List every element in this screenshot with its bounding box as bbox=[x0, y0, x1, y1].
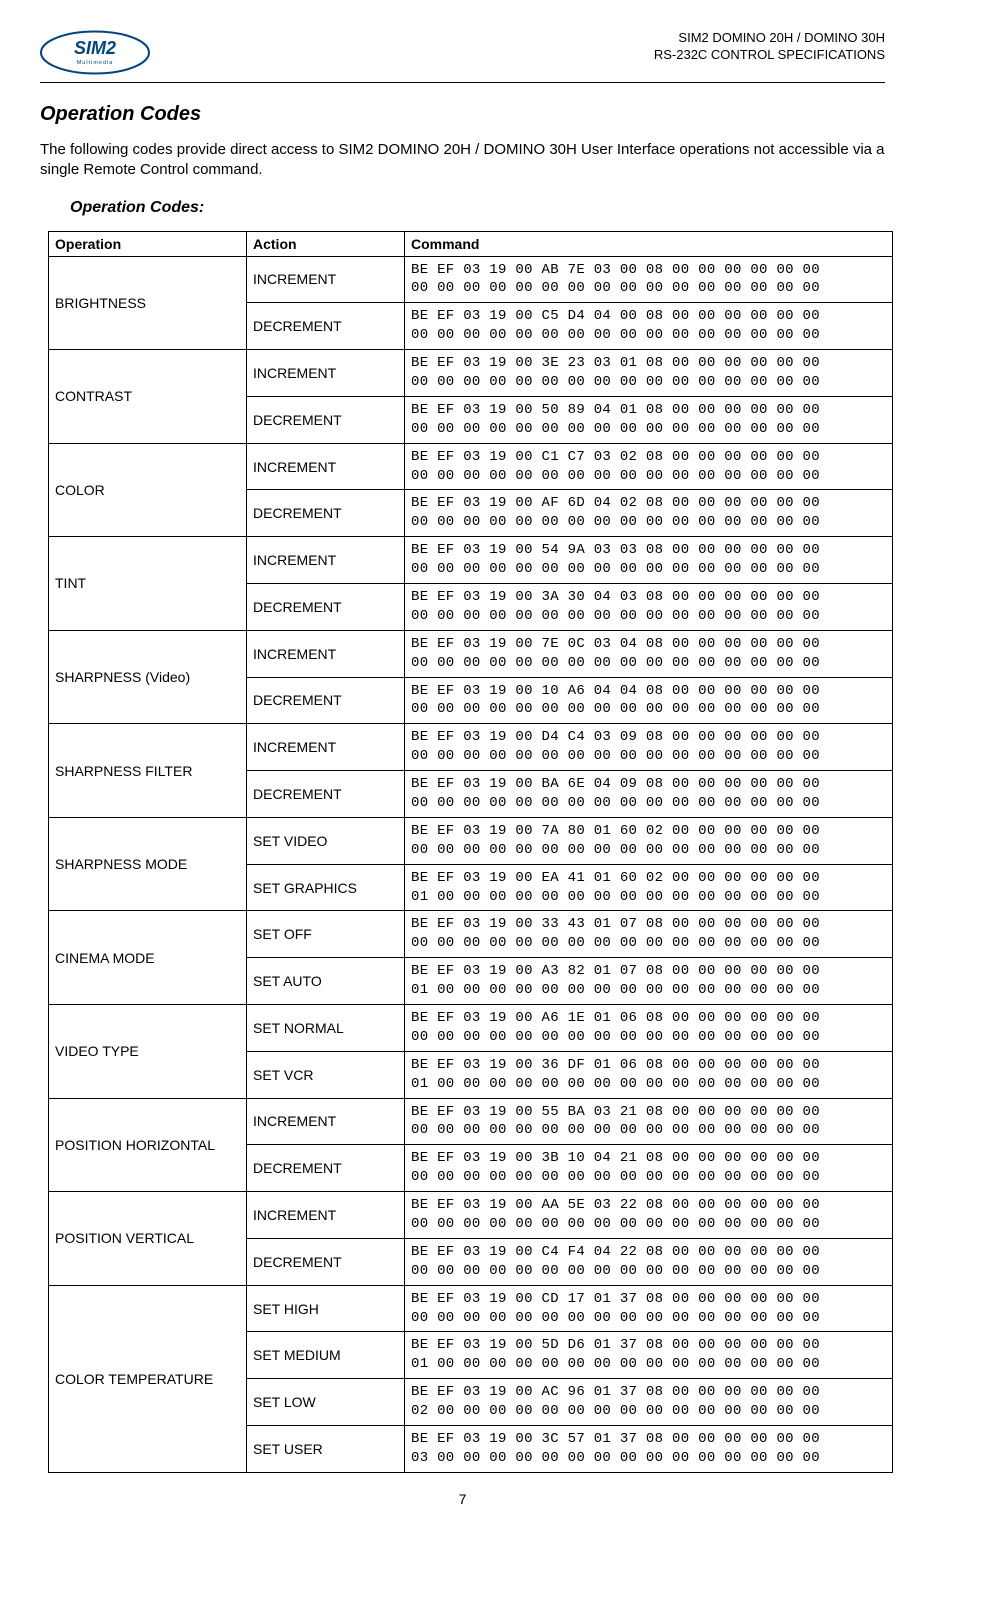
page-header: SIM2 Multimedia SIM2 DOMINO 20H / DOMINO… bbox=[40, 30, 885, 83]
action-cell: DECREMENT bbox=[247, 396, 405, 443]
action-cell: DECREMENT bbox=[247, 771, 405, 818]
command-cell: BE EF 03 19 00 EA 41 01 60 02 00 00 00 0… bbox=[405, 864, 893, 911]
command-cell: BE EF 03 19 00 54 9A 03 03 08 00 00 00 0… bbox=[405, 537, 893, 584]
command-cell: BE EF 03 19 00 A6 1E 01 06 08 00 00 00 0… bbox=[405, 1005, 893, 1052]
action-cell: SET MEDIUM bbox=[247, 1332, 405, 1379]
action-cell: INCREMENT bbox=[247, 1192, 405, 1239]
section-title: Operation Codes bbox=[40, 103, 885, 126]
command-cell: BE EF 03 19 00 AA 5E 03 22 08 00 00 00 0… bbox=[405, 1192, 893, 1239]
table-row: VIDEO TYPESET NORMALBE EF 03 19 00 A6 1E… bbox=[49, 1005, 893, 1052]
action-cell: SET OFF bbox=[247, 911, 405, 958]
header-line-2: RS-232C CONTROL SPECIFICATIONS bbox=[654, 47, 885, 64]
command-cell: BE EF 03 19 00 AB 7E 03 00 08 00 00 00 0… bbox=[405, 256, 893, 303]
command-cell: BE EF 03 19 00 3A 30 04 03 08 00 00 00 0… bbox=[405, 583, 893, 630]
action-cell: SET USER bbox=[247, 1426, 405, 1473]
table-row: POSITION HORIZONTALINCREMENTBE EF 03 19 … bbox=[49, 1098, 893, 1145]
command-cell: BE EF 03 19 00 CD 17 01 37 08 00 00 00 0… bbox=[405, 1285, 893, 1332]
operation-codes-table: Operation Action Command BRIGHTNESSINCRE… bbox=[48, 231, 893, 1473]
operation-cell: CONTRAST bbox=[49, 350, 247, 444]
table-row: SHARPNESS (Video)INCREMENTBE EF 03 19 00… bbox=[49, 630, 893, 677]
command-cell: BE EF 03 19 00 A3 82 01 07 08 00 00 00 0… bbox=[405, 958, 893, 1005]
subheading: Operation Codes: bbox=[70, 199, 885, 217]
command-cell: BE EF 03 19 00 BA 6E 04 09 08 00 00 00 0… bbox=[405, 771, 893, 818]
command-cell: BE EF 03 19 00 3B 10 04 21 08 00 00 00 0… bbox=[405, 1145, 893, 1192]
action-cell: INCREMENT bbox=[247, 1098, 405, 1145]
action-cell: DECREMENT bbox=[247, 490, 405, 537]
operation-cell: SHARPNESS MODE bbox=[49, 817, 247, 911]
operation-cell: COLOR TEMPERATURE bbox=[49, 1285, 247, 1472]
action-cell: DECREMENT bbox=[247, 1145, 405, 1192]
command-cell: BE EF 03 19 00 50 89 04 01 08 00 00 00 0… bbox=[405, 396, 893, 443]
action-cell: INCREMENT bbox=[247, 724, 405, 771]
command-cell: BE EF 03 19 00 10 A6 04 04 08 00 00 00 0… bbox=[405, 677, 893, 724]
table-row: POSITION VERTICALINCREMENTBE EF 03 19 00… bbox=[49, 1192, 893, 1239]
table-row: TINTINCREMENTBE EF 03 19 00 54 9A 03 03 … bbox=[49, 537, 893, 584]
command-cell: BE EF 03 19 00 7A 80 01 60 02 00 00 00 0… bbox=[405, 817, 893, 864]
action-cell: SET HIGH bbox=[247, 1285, 405, 1332]
operation-cell: BRIGHTNESS bbox=[49, 256, 247, 350]
page-number: 7 bbox=[40, 1491, 885, 1507]
operation-cell: SHARPNESS (Video) bbox=[49, 630, 247, 724]
svg-text:Multimedia: Multimedia bbox=[77, 60, 114, 66]
action-cell: INCREMENT bbox=[247, 630, 405, 677]
th-action: Action bbox=[247, 231, 405, 256]
command-cell: BE EF 03 19 00 C1 C7 03 02 08 00 00 00 0… bbox=[405, 443, 893, 490]
action-cell: INCREMENT bbox=[247, 443, 405, 490]
action-cell: DECREMENT bbox=[247, 303, 405, 350]
operation-cell: POSITION HORIZONTAL bbox=[49, 1098, 247, 1192]
action-cell: SET VCR bbox=[247, 1051, 405, 1098]
operation-cell: POSITION VERTICAL bbox=[49, 1192, 247, 1286]
table-row: CONTRASTINCREMENTBE EF 03 19 00 3E 23 03… bbox=[49, 350, 893, 397]
command-cell: BE EF 03 19 00 C5 D4 04 00 08 00 00 00 0… bbox=[405, 303, 893, 350]
action-cell: SET AUTO bbox=[247, 958, 405, 1005]
operation-cell: CINEMA MODE bbox=[49, 911, 247, 1005]
command-cell: BE EF 03 19 00 33 43 01 07 08 00 00 00 0… bbox=[405, 911, 893, 958]
svg-text:SIM2: SIM2 bbox=[74, 38, 116, 58]
action-cell: INCREMENT bbox=[247, 350, 405, 397]
header-doc-title: SIM2 DOMINO 20H / DOMINO 30H RS-232C CON… bbox=[654, 30, 885, 64]
action-cell: INCREMENT bbox=[247, 537, 405, 584]
action-cell: SET GRAPHICS bbox=[247, 864, 405, 911]
operation-cell: TINT bbox=[49, 537, 247, 631]
action-cell: DECREMENT bbox=[247, 583, 405, 630]
command-cell: BE EF 03 19 00 AC 96 01 37 08 00 00 00 0… bbox=[405, 1379, 893, 1426]
th-command: Command bbox=[405, 231, 893, 256]
action-cell: SET LOW bbox=[247, 1379, 405, 1426]
table-row: BRIGHTNESSINCREMENTBE EF 03 19 00 AB 7E … bbox=[49, 256, 893, 303]
action-cell: SET NORMAL bbox=[247, 1005, 405, 1052]
sim2-logo-icon: SIM2 Multimedia bbox=[40, 30, 150, 78]
action-cell: INCREMENT bbox=[247, 256, 405, 303]
command-cell: BE EF 03 19 00 C4 F4 04 22 08 00 00 00 0… bbox=[405, 1238, 893, 1285]
command-cell: BE EF 03 19 00 3E 23 03 01 08 00 00 00 0… bbox=[405, 350, 893, 397]
operation-cell: VIDEO TYPE bbox=[49, 1005, 247, 1099]
table-row: SHARPNESS FILTERINCREMENTBE EF 03 19 00 … bbox=[49, 724, 893, 771]
intro-text: The following codes provide direct acces… bbox=[40, 140, 885, 181]
command-cell: BE EF 03 19 00 AF 6D 04 02 08 00 00 00 0… bbox=[405, 490, 893, 537]
th-operation: Operation bbox=[49, 231, 247, 256]
header-line-1: SIM2 DOMINO 20H / DOMINO 30H bbox=[654, 30, 885, 47]
command-cell: BE EF 03 19 00 7E 0C 03 04 08 00 00 00 0… bbox=[405, 630, 893, 677]
table-row: CINEMA MODESET OFFBE EF 03 19 00 33 43 0… bbox=[49, 911, 893, 958]
table-header-row: Operation Action Command bbox=[49, 231, 893, 256]
command-cell: BE EF 03 19 00 3C 57 01 37 08 00 00 00 0… bbox=[405, 1426, 893, 1473]
operation-cell: COLOR bbox=[49, 443, 247, 537]
action-cell: DECREMENT bbox=[247, 677, 405, 724]
table-row: COLORINCREMENTBE EF 03 19 00 C1 C7 03 02… bbox=[49, 443, 893, 490]
action-cell: SET VIDEO bbox=[247, 817, 405, 864]
action-cell: DECREMENT bbox=[247, 1238, 405, 1285]
command-cell: BE EF 03 19 00 5D D6 01 37 08 00 00 00 0… bbox=[405, 1332, 893, 1379]
command-cell: BE EF 03 19 00 D4 C4 03 09 08 00 00 00 0… bbox=[405, 724, 893, 771]
table-row: SHARPNESS MODESET VIDEOBE EF 03 19 00 7A… bbox=[49, 817, 893, 864]
operation-cell: SHARPNESS FILTER bbox=[49, 724, 247, 818]
table-row: COLOR TEMPERATURESET HIGHBE EF 03 19 00 … bbox=[49, 1285, 893, 1332]
command-cell: BE EF 03 19 00 55 BA 03 21 08 00 00 00 0… bbox=[405, 1098, 893, 1145]
command-cell: BE EF 03 19 00 36 DF 01 06 08 00 00 00 0… bbox=[405, 1051, 893, 1098]
